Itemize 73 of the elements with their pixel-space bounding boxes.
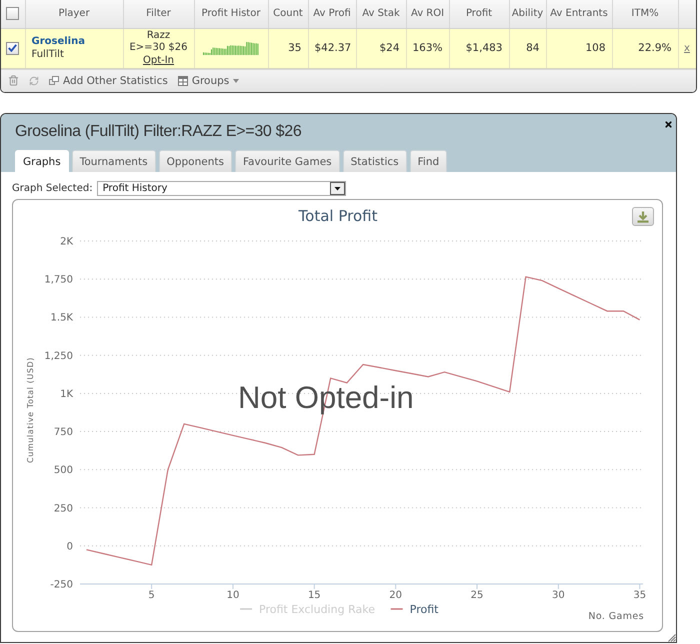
table-cell: 84 — [509, 28, 546, 68]
checkmark-icon — [8, 44, 18, 52]
table-cell: 35 — [268, 28, 308, 68]
caret-icon — [233, 78, 240, 83]
tab[interactable]: Tournaments — [72, 150, 156, 172]
groups-button[interactable]: Groups — [178, 74, 240, 87]
checkbox[interactable] — [6, 42, 20, 54]
column-header[interactable]: Player — [25, 0, 123, 28]
resize-grip-icon — [668, 634, 676, 642]
y-tick-label: 1K — [60, 388, 73, 400]
table-cell: 22.9% — [612, 28, 678, 68]
table-cell: $1,483 — [449, 28, 509, 68]
column-header[interactable]: ITM% — [612, 0, 678, 28]
trash-icon — [8, 75, 19, 86]
delete-button[interactable] — [8, 75, 19, 86]
filter-text: Razz — [146, 30, 172, 42]
column-header[interactable]: Count — [268, 0, 308, 28]
filter-text: E>=30 $26 — [128, 42, 189, 54]
sparkline-drawing — [203, 41, 259, 55]
remove-link[interactable]: x — [684, 43, 690, 54]
x-tick-label: 30 — [552, 590, 565, 601]
legend-label[interactable]: Profit — [410, 603, 438, 616]
y-axis-title: Cumulative Total (USD) — [26, 357, 35, 463]
column-header[interactable]: Filter — [123, 0, 194, 28]
tab[interactable]: Favourite Games — [234, 150, 340, 172]
column-header[interactable]: Profit — [449, 0, 509, 28]
y-tick-label: 1.5K — [50, 312, 73, 324]
column-header[interactable]: Av ROI — [406, 0, 449, 28]
y-tick-label: 250 — [54, 503, 73, 514]
y-tick-label: 1,750 — [44, 274, 73, 286]
player-name-link[interactable]: Groselina — [32, 35, 116, 48]
tab[interactable]: Statistics — [342, 150, 407, 172]
table-cell: $24 — [356, 28, 406, 68]
column-header[interactable]: Profit Histor — [194, 0, 268, 28]
y-tick-label: 500 — [54, 465, 73, 476]
table-cell: 163% — [406, 28, 449, 68]
x-tick-label: 10 — [226, 590, 240, 601]
x-tick-label: 15 — [308, 590, 321, 601]
table-cell: 108 — [546, 28, 612, 68]
graph-select[interactable]: Profit History — [96, 181, 346, 196]
table-icon — [178, 76, 188, 86]
column-header[interactable]: Av Stak — [356, 0, 406, 28]
x-tick-label: 25 — [470, 590, 484, 601]
graph-select-label: Graph Selected: — [12, 183, 93, 194]
opt-in-link[interactable]: Opt-In — [142, 54, 174, 66]
table-cell: $42.37 — [308, 28, 356, 68]
y-tick-label: 0 — [66, 541, 73, 552]
checkbox[interactable] — [6, 7, 20, 20]
tab[interactable]: Graphs — [15, 150, 69, 172]
refresh-icon — [29, 76, 39, 86]
tab[interactable]: Find — [410, 150, 448, 172]
dialog-title: Groselina (FullTilt) Filter:RAZZ E>=30 $26 — [15, 122, 302, 141]
column-header[interactable]: Ability — [509, 0, 546, 28]
squares-icon — [49, 76, 59, 86]
column-header[interactable]: Av Entrants — [546, 0, 612, 28]
download-button[interactable] — [632, 207, 654, 226]
x-tick-label: 35 — [633, 590, 646, 601]
add-statistics-button[interactable]: Add Other Statistics — [49, 74, 168, 87]
y-tick-label: 2K — [60, 236, 73, 248]
tab[interactable]: Opponents — [158, 150, 232, 172]
x-axis-title: No. Games — [588, 611, 644, 622]
chart-title: Total Profit — [298, 207, 378, 225]
column-header[interactable]: Av Profi — [308, 0, 356, 28]
y-tick-label: 1,250 — [44, 350, 73, 362]
x-tick-label: 20 — [389, 590, 402, 601]
close-icon — [664, 120, 673, 129]
y-tick-label: 750 — [54, 427, 73, 438]
refresh-button[interactable] — [29, 76, 39, 86]
download-icon — [637, 210, 649, 222]
site-label: FullTilt — [32, 48, 65, 61]
y-tick-label: -250 — [50, 580, 73, 590]
close-button[interactable] — [664, 120, 673, 129]
x-tick-label: 5 — [148, 590, 155, 601]
